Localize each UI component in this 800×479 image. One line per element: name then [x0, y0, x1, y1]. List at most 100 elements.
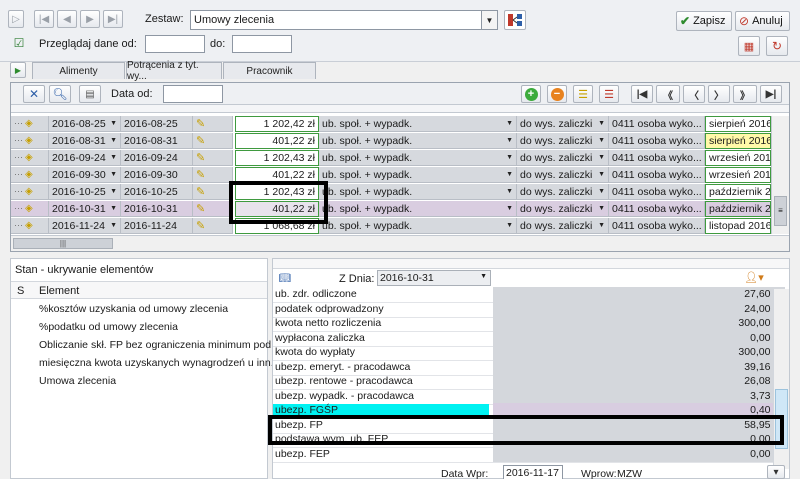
zestaw-select[interactable]: Umowy zlecenia ▼: [190, 10, 498, 30]
date-start-cell[interactable]: 2016-10-31 ▼: [49, 201, 121, 217]
expand-icon[interactable]: ▾: [767, 465, 785, 479]
row-icon-cell[interactable]: ✎: [193, 116, 233, 132]
period-cell[interactable]: sierpień 2016 z: [705, 116, 771, 132]
type-cell[interactable]: ub. społ. + wypadk. ▼: [319, 116, 517, 132]
chevron-down-icon[interactable]: ▼: [110, 205, 117, 212]
chevron-down-icon[interactable]: ▼: [598, 137, 605, 144]
date-end-cell[interactable]: 2016-10-31: [121, 201, 193, 217]
user-icon[interactable]: 👤︎▾: [739, 269, 769, 285]
date-from-input[interactable]: [145, 35, 205, 53]
tools-icon[interactable]: ✕: [23, 85, 45, 103]
table-row[interactable]: ⋯ ◈ 2016-08-31 ▼ 2016-08-31 ✎ 401,22 zł ub. spo…: [11, 133, 789, 149]
code-cell[interactable]: 0411 osoba wyko...: [609, 201, 705, 217]
row-icon-cell[interactable]: ⋯ ◈: [11, 133, 49, 149]
type-cell[interactable]: ub. społ. + wypadk. ▼: [319, 184, 517, 200]
row-icon-cell[interactable]: ✎: [193, 201, 233, 217]
grid-next-page-icon[interactable]: 》: [733, 85, 757, 103]
nav-start-icon[interactable]: |◀: [34, 10, 54, 28]
refresh-icon[interactable]: ↻: [766, 36, 788, 56]
zapisz-button[interactable]: ✔ Zapisz: [676, 11, 732, 31]
grid-last-icon[interactable]: ▶|: [760, 85, 782, 103]
date-start-cell[interactable]: 2016-08-31 ▼: [49, 133, 121, 149]
scroll-thumb[interactable]: ≡: [774, 196, 787, 226]
date-to-input[interactable]: [232, 35, 292, 53]
chevron-down-icon[interactable]: ▼: [506, 120, 513, 127]
calc-cell[interactable]: do wys. zaliczki ▼: [517, 133, 609, 149]
chevron-down-icon[interactable]: ▼: [110, 120, 117, 127]
row-icon-cell[interactable]: ✎: [193, 184, 233, 200]
chevron-down-icon[interactable]: ▼: [110, 137, 117, 144]
date-end-cell[interactable]: 2016-10-25: [121, 184, 193, 200]
calc-cell[interactable]: do wys. zaliczki ▼: [517, 167, 609, 183]
image-icon[interactable]: ▦: [738, 36, 760, 56]
chevron-down-icon[interactable]: ▼: [110, 222, 117, 229]
code-cell[interactable]: 0411 osoba wyko...: [609, 184, 705, 200]
date-start-cell[interactable]: 2016-09-24 ▼: [49, 150, 121, 166]
date-end-cell[interactable]: 2016-08-25: [121, 116, 193, 132]
date-end-cell[interactable]: 2016-11-24: [121, 218, 193, 234]
scroll-thumb[interactable]: |||: [13, 238, 113, 249]
list-item[interactable]: Umowa zlecenia: [39, 375, 116, 387]
row-icon-cell[interactable]: ⋯ ◈: [11, 116, 49, 132]
type-cell[interactable]: ub. społ. + wypadk. ▼: [319, 218, 517, 234]
chevron-down-icon[interactable]: ▼: [110, 171, 117, 178]
type-cell[interactable]: ub. społ. + wypadk. ▼: [319, 150, 517, 166]
filter-remove-icon[interactable]: ☰: [599, 85, 619, 103]
list-item[interactable]: Obliczanie skł. FP bez ograniczenia mini…: [39, 339, 280, 351]
date-end-cell[interactable]: 2016-09-30: [121, 167, 193, 183]
row-icon-cell[interactable]: ✎: [193, 133, 233, 149]
period-cell[interactable]: wrzesień 2016: [705, 150, 771, 166]
table-row[interactable]: ⋯ ◈ 2016-10-25 ▼ 2016-10-25 ✎ 1 202,43 zł ub. s…: [11, 184, 789, 200]
chevron-down-icon[interactable]: ▼: [506, 205, 513, 212]
add-icon[interactable]: +: [521, 85, 541, 103]
grid-prev-page-icon[interactable]: 《: [656, 85, 680, 103]
filter-add-icon[interactable]: ☰: [573, 85, 593, 103]
play-icon[interactable]: ▶: [10, 62, 26, 78]
book-icon[interactable]: 📖︎: [277, 272, 293, 284]
row-icon-cell[interactable]: ✎: [193, 218, 233, 234]
table-row[interactable]: ⋯ ◈ 2016-11-24 ▼ 2016-11-24 ✎ 1 068,68 zł ub. s…: [11, 218, 789, 234]
period-cell[interactable]: październik 20: [705, 201, 771, 217]
nav-prev-icon[interactable]: ◀: [57, 10, 77, 28]
date-start-cell[interactable]: 2016-09-30 ▼: [49, 167, 121, 183]
chevron-down-icon[interactable]: ▼: [598, 188, 605, 195]
chevron-down-icon[interactable]: ▼: [598, 154, 605, 161]
amount-cell[interactable]: 1 202,42 zł: [235, 116, 319, 132]
chevron-down-icon[interactable]: ▼: [598, 222, 605, 229]
nav-first-icon[interactable]: ▷: [8, 10, 24, 28]
period-cell[interactable]: październik 20: [705, 184, 771, 200]
data-od-input[interactable]: [163, 85, 223, 103]
amount-cell[interactable]: 1 202,43 zł: [235, 150, 319, 166]
row-icon-cell[interactable]: ⋯ ◈: [11, 218, 49, 234]
tab-pracownik[interactable]: Pracownik: [223, 62, 316, 79]
vertical-scrollbar[interactable]: ≡: [771, 116, 789, 234]
row-icon-cell[interactable]: ⋯ ◈: [11, 201, 49, 217]
date-end-cell[interactable]: 2016-08-31: [121, 133, 193, 149]
grid-next-icon[interactable]: 〉: [708, 85, 730, 103]
date-start-cell[interactable]: 2016-10-25 ▼: [49, 184, 121, 200]
row-icon-cell[interactable]: ✎: [193, 167, 233, 183]
calc-cell[interactable]: do wys. zaliczki ▼: [517, 201, 609, 217]
calc-cell[interactable]: do wys. zaliczki ▼: [517, 184, 609, 200]
list-item[interactable]: %kosztów uzyskania od umowy zlecenia: [39, 303, 228, 315]
calc-cell[interactable]: do wys. zaliczki ▼: [517, 116, 609, 132]
chevron-down-icon[interactable]: ▼: [598, 171, 605, 178]
period-cell[interactable]: sierpień 2016 z: [705, 133, 771, 149]
chevron-down-icon[interactable]: ▼: [506, 137, 513, 144]
period-cell[interactable]: listopad 2016: [705, 218, 771, 234]
grid-first-icon[interactable]: |◀: [631, 85, 653, 103]
chevron-down-icon[interactable]: ▼: [481, 11, 497, 29]
row-icon-cell[interactable]: ⋯ ◈: [11, 167, 49, 183]
code-cell[interactable]: 0411 osoba wyko...: [609, 116, 705, 132]
row-icon-cell[interactable]: ⋯ ◈: [11, 184, 49, 200]
table-row[interactable]: ⋯ ◈ 2016-08-25 ▼ 2016-08-25 ✎ 1 202,42 zł ub. s…: [11, 116, 789, 132]
amount-cell[interactable]: 401,22 zł: [235, 133, 319, 149]
calc-cell[interactable]: do wys. zaliczki ▼: [517, 218, 609, 234]
code-cell[interactable]: 0411 osoba wyko...: [609, 218, 705, 234]
type-cell[interactable]: ub. społ. + wypadk. ▼: [319, 133, 517, 149]
calc-cell[interactable]: do wys. zaliczki ▼: [517, 150, 609, 166]
table-row[interactable]: ⋯ ◈ 2016-09-24 ▼ 2016-09-24 ✎ 1 202,43 zł ub. s…: [11, 150, 789, 166]
z-dnia-select[interactable]: 2016-10-31 ▼: [377, 270, 491, 286]
type-cell[interactable]: ub. społ. + wypadk. ▼: [319, 167, 517, 183]
list-item[interactable]: miesięczna kwota uzyskanych wynagrodzeń …: [39, 357, 279, 369]
